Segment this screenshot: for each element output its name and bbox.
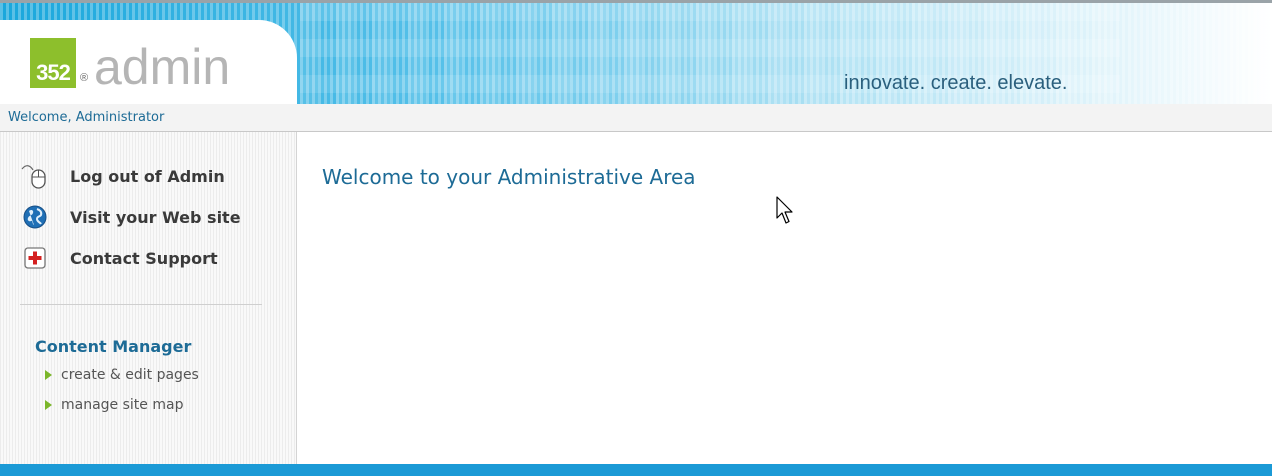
arrow-right-icon	[45, 370, 52, 380]
manage-site-map-label: manage site map	[61, 397, 184, 413]
arrow-right-icon	[45, 400, 52, 410]
mouse-icon	[20, 161, 50, 191]
create-edit-pages-link[interactable]: create & edit pages	[45, 367, 199, 383]
content-manager-heading: Content Manager	[35, 337, 192, 356]
logout-link[interactable]: Log out of Admin	[20, 160, 225, 192]
create-edit-pages-label: create & edit pages	[61, 367, 199, 383]
page-title: Welcome to your Administrative Area	[322, 165, 696, 189]
visit-website-link[interactable]: Visit your Web site	[20, 201, 241, 233]
mouse-cursor-icon	[776, 196, 796, 230]
contact-support-link[interactable]: Contact Support	[20, 242, 218, 274]
logo-word: admin	[94, 39, 231, 95]
logo-panel: 352 ® admin	[0, 20, 297, 104]
logout-label: Log out of Admin	[70, 166, 225, 186]
sidebar: Log out of Admin Visit your Web site Con…	[0, 132, 297, 464]
logo-number: 352	[36, 60, 71, 85]
contact-support-label: Contact Support	[70, 248, 218, 268]
welcome-text: Welcome, Administrator	[8, 110, 165, 125]
footer-bar	[0, 464, 1272, 476]
logo-registered-mark: ®	[80, 72, 89, 84]
first-aid-icon	[20, 243, 50, 273]
tagline: innovate. create. elevate.	[844, 72, 1068, 94]
welcome-bar: Welcome, Administrator	[0, 104, 1272, 132]
header-banner: 352 ® admin innovate. create. elevate.	[0, 0, 1272, 104]
manage-site-map-link[interactable]: manage site map	[45, 397, 183, 413]
sidebar-divider	[20, 304, 262, 305]
visit-website-label: Visit your Web site	[70, 207, 241, 227]
globe-icon	[20, 202, 50, 232]
logo-mark: 352	[30, 38, 76, 88]
